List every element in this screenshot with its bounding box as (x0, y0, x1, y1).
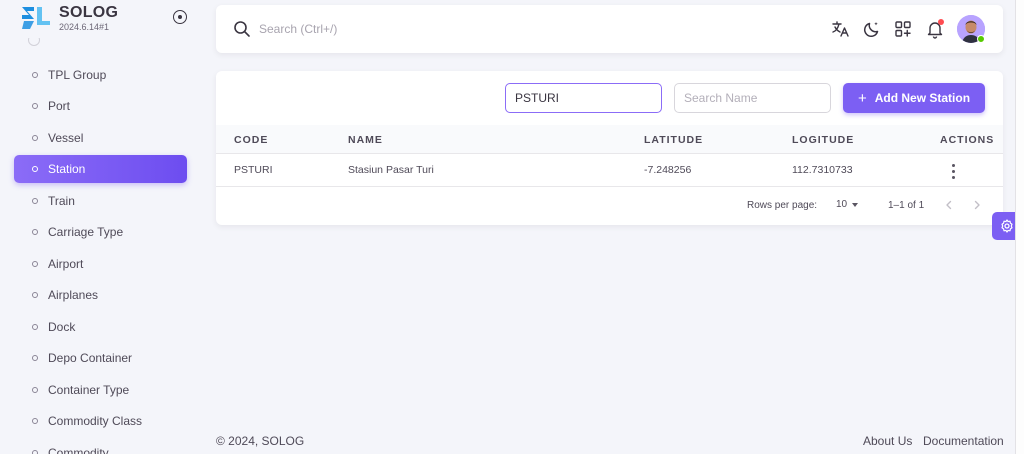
circle-icon (32, 72, 38, 78)
sidebar-item-port[interactable]: Port (14, 92, 187, 120)
top-bar: Search (Ctrl+/) (216, 5, 1003, 53)
sidebar-item-carriage-type[interactable]: Carriage Type (14, 218, 187, 246)
sidebar-item-label: Airplanes (48, 288, 99, 302)
sidebar-item-scrolled-out (14, 38, 186, 58)
global-search-input[interactable]: Search (Ctrl+/) (259, 22, 337, 36)
brand-name: SOLOG (59, 4, 119, 21)
circle-icon (32, 418, 38, 424)
notification-badge (938, 19, 944, 25)
footer-link-about-us[interactable]: About Us (863, 434, 912, 448)
column-header-actions: ACTIONS (940, 134, 995, 146)
sidebar: SOLOG 2024.6.14#1 TPL Group Port Vessel … (0, 0, 198, 454)
sidebar-item-station[interactable]: Station (14, 155, 187, 183)
sidebar-item-depo-container[interactable]: Depo Container (14, 344, 187, 372)
plus-icon: + (857, 89, 867, 107)
search-name-input[interactable] (674, 83, 831, 113)
search-icon[interactable] (233, 20, 251, 38)
sidebar-item-label: Depo Container (48, 351, 133, 365)
sidebar-item-tpl-group[interactable]: TPL Group (14, 61, 187, 89)
sidebar-item-label: Port (48, 99, 71, 113)
circle-icon (32, 229, 38, 235)
row-actions-menu-icon[interactable] (949, 161, 957, 181)
footer-copyright: © 2024, SOLOG (216, 434, 305, 448)
circle-icon (32, 261, 38, 267)
station-list-card: + Add New Station CODE NAME LATITUDE LOG… (216, 71, 1003, 225)
sidebar-item-label: Station (48, 162, 86, 176)
chevron-down-icon[interactable] (852, 203, 858, 207)
column-header-longitude[interactable]: LOGITUDE (792, 134, 854, 146)
sidebar-item-label: Carriage Type (48, 225, 124, 239)
sidebar-item-commodity[interactable]: Commodity (14, 439, 187, 454)
sidebar-collapse-button[interactable] (173, 10, 187, 24)
gear-icon (1001, 219, 1013, 233)
rows-per-page-label: Rows per page: (747, 200, 818, 211)
logo-icon (22, 7, 50, 29)
footer-link-documentation[interactable]: Documentation (923, 434, 1004, 448)
sidebar-item-label: Commodity (48, 446, 109, 454)
sidebar-item-airplanes[interactable]: Airplanes (14, 281, 187, 309)
table-header: CODE NAME LATITUDE LOGITUDE ACTIONS (216, 125, 1003, 154)
circle-icon (32, 103, 38, 109)
circle-icon (32, 355, 38, 361)
cell-longitude: 112.7310733 (792, 164, 853, 176)
sidebar-item-label: Airport (48, 257, 84, 271)
add-new-station-button[interactable]: + Add New Station (843, 83, 985, 113)
brand-version: 2024.6.14#1 (59, 22, 110, 32)
next-page-icon[interactable] (970, 198, 984, 212)
pagination: Rows per page: 10 1–1 of 1 (216, 187, 1003, 225)
sidebar-item-label: Train (48, 194, 75, 208)
sidebar-item-vessel[interactable]: Vessel (14, 124, 187, 152)
sidebar-item-label: Dock (48, 320, 76, 334)
circle-icon (32, 324, 38, 330)
rows-per-page-select[interactable]: 10 (836, 199, 847, 210)
sidebar-item-commodity-class[interactable]: Commodity Class (14, 407, 187, 435)
table-row: PSTURI Stasiun Pasar Turi -7.248256 112.… (216, 154, 1003, 187)
previous-page-icon[interactable] (942, 198, 956, 212)
sidebar-item-label: Commodity Class (48, 414, 143, 428)
online-status-indicator (977, 35, 985, 43)
column-header-latitude[interactable]: LATITUDE (644, 134, 703, 146)
circle-icon (32, 166, 38, 172)
cell-name: Stasiun Pasar Turi (348, 164, 434, 176)
pagination-range: 1–1 of 1 (888, 200, 925, 211)
circle-icon (32, 450, 38, 454)
cell-latitude: -7.248256 (644, 164, 692, 176)
column-header-code[interactable]: CODE (234, 134, 268, 146)
window-scrollbar[interactable] (1015, 0, 1024, 454)
shortcuts-icon[interactable] (893, 19, 913, 39)
translate-icon[interactable] (831, 19, 851, 39)
sidebar-item-airport[interactable]: Airport (14, 250, 187, 278)
circle-icon (32, 387, 38, 393)
cell-code: PSTURI (234, 164, 273, 176)
sidebar-item-label: TPL Group (48, 68, 107, 82)
column-header-name[interactable]: NAME (348, 134, 383, 146)
sidebar-item-container-type[interactable]: Container Type (14, 376, 187, 404)
sidebar-item-label: Vessel (48, 131, 84, 145)
theme-toggle-icon[interactable] (862, 19, 882, 39)
circle-icon (32, 135, 38, 141)
search-code-input[interactable] (505, 83, 662, 113)
sidebar-item-label: Container Type (48, 383, 130, 397)
sidebar-item-train[interactable]: Train (14, 187, 187, 215)
circle-icon (32, 292, 38, 298)
sidebar-item-dock[interactable]: Dock (14, 313, 187, 341)
add-new-station-label: Add New Station (874, 91, 971, 105)
circle-icon (32, 198, 38, 204)
brand: SOLOG 2024.6.14#1 (0, 0, 198, 38)
